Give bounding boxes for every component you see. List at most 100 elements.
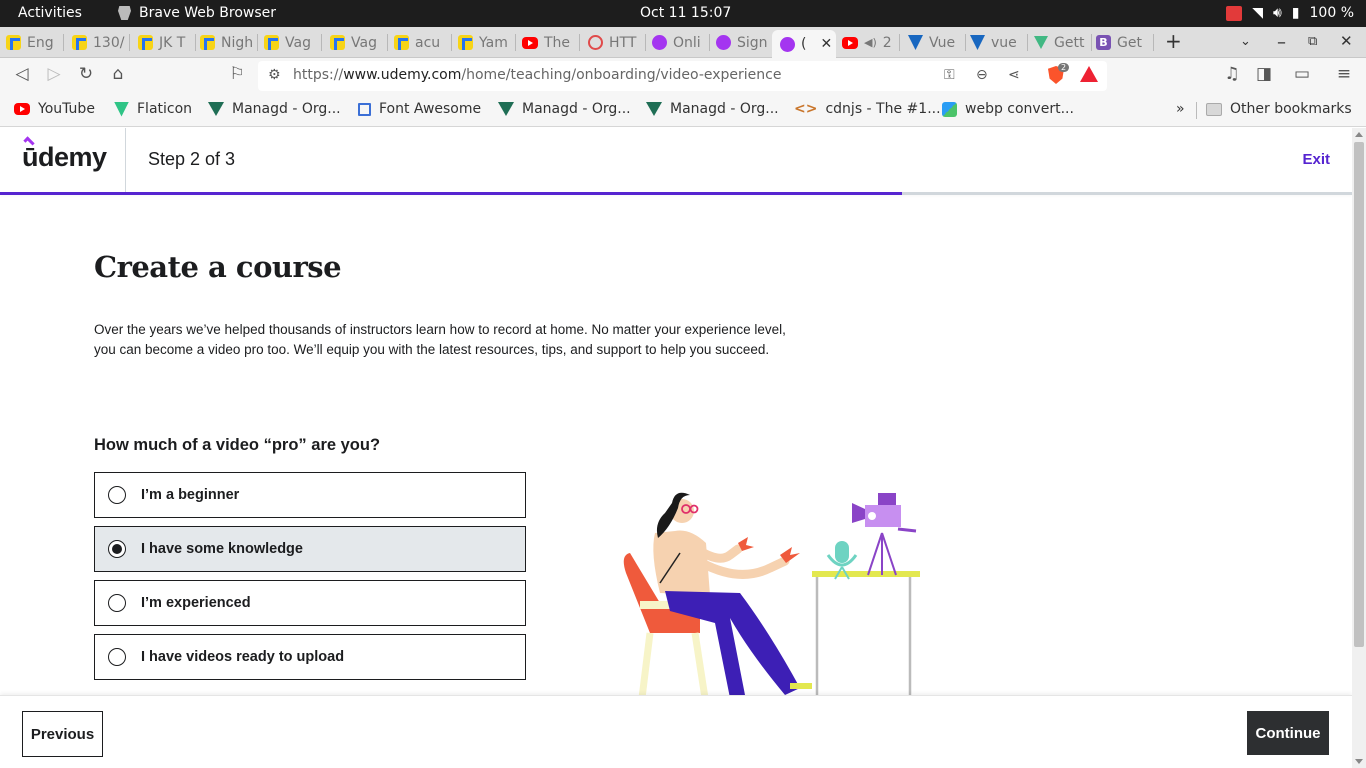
managd-icon — [646, 102, 662, 116]
flipkart-icon — [458, 35, 473, 50]
app-menu[interactable]: Brave Web Browser — [118, 5, 276, 21]
scroll-down-icon[interactable] — [1355, 759, 1363, 764]
udemy-icon — [716, 35, 731, 50]
tab-label: Vag — [285, 34, 311, 51]
share-icon[interactable]: ⋖ — [1008, 67, 1020, 83]
bookmark-item[interactable]: YouTube — [14, 101, 95, 117]
managd-icon — [498, 102, 514, 116]
tab[interactable]: HTT — [588, 30, 646, 55]
tab[interactable]: Vag — [264, 30, 322, 55]
tab[interactable]: JK T — [138, 30, 196, 55]
bookmarks-overflow[interactable]: » — [1176, 101, 1185, 117]
previous-button[interactable]: Previous — [22, 711, 103, 757]
bookmark-item[interactable]: Managd - Org... — [208, 101, 341, 117]
flag-icon — [358, 102, 371, 116]
forward-icon[interactable]: ▷ — [42, 64, 66, 84]
code-icon: <> — [794, 101, 818, 117]
zoom-icon[interactable]: ⊖ — [976, 67, 988, 83]
vuetify-icon — [908, 35, 923, 50]
url-text[interactable]: https://www.udemy.com/home/teaching/onbo… — [293, 67, 781, 83]
back-icon[interactable]: ◁ — [10, 64, 34, 84]
scroll-up-icon[interactable] — [1355, 132, 1363, 137]
tab-label: Vue — [929, 34, 956, 51]
menu-icon[interactable]: ≡ — [1332, 64, 1356, 84]
radio-button[interactable] — [108, 648, 126, 666]
site-settings-icon[interactable]: ⚙ — [268, 67, 281, 83]
radio-button[interactable] — [108, 486, 126, 504]
home-icon[interactable]: ⌂ — [106, 64, 130, 84]
tab[interactable]: Nigh — [200, 30, 258, 55]
reload-icon[interactable]: ↻ — [74, 64, 98, 84]
activities-button[interactable]: Activities — [18, 5, 82, 21]
tab-strip: Eng 130/ JK T Nigh Vag Vag acu Yam The H… — [0, 27, 1366, 58]
tab-label: Nigh — [221, 34, 254, 51]
app-name: Brave Web Browser — [139, 5, 276, 21]
question-heading: How much of a video “pro” are you? — [94, 436, 381, 454]
bookmark-item[interactable]: <> cdnjs - The #1... — [794, 101, 941, 117]
flipkart-icon — [6, 35, 21, 50]
page-scrollbar[interactable] — [1352, 128, 1366, 768]
system-tray[interactable]: ◥ 🔊︎ ▮ 100 % — [1226, 5, 1354, 21]
folder-icon — [1206, 102, 1222, 116]
tab-label: 130/ — [93, 34, 125, 51]
udemy-page: ūdemy Step 2 of 3 Exit Create a course O… — [0, 128, 1352, 768]
tab[interactable]: The — [522, 30, 580, 55]
flipkart-icon — [138, 35, 153, 50]
continue-button[interactable]: Continue — [1247, 711, 1329, 755]
screen-record-icon[interactable] — [1226, 5, 1243, 21]
key-icon[interactable]: ⚿ — [944, 67, 955, 83]
tab-active[interactable]: (✕ — [772, 30, 836, 58]
media-icon[interactable]: ♫ — [1220, 64, 1244, 84]
tab[interactable]: ◀) 2 — [842, 30, 900, 55]
bookmark-item[interactable]: Flaticon — [114, 101, 192, 117]
tab[interactable]: Eng — [6, 30, 64, 55]
other-bookmarks[interactable]: Other bookmarks — [1206, 101, 1352, 117]
option-videos-ready[interactable]: I have videos ready to upload — [94, 634, 526, 680]
tab-search-chevron-icon[interactable]: ⌄ — [1240, 34, 1251, 49]
battery-icon: ▮ — [1291, 5, 1300, 21]
exit-link[interactable]: Exit — [1302, 151, 1330, 168]
tab[interactable]: acu — [394, 30, 452, 55]
close-tab-icon[interactable]: ✕ — [820, 36, 832, 52]
bookmark-icon[interactable]: ⚐ — [225, 64, 249, 84]
tab[interactable]: Gett — [1034, 30, 1092, 55]
tab[interactable]: Sign — [716, 30, 774, 55]
option-beginner[interactable]: I’m a beginner — [94, 472, 526, 518]
udemy-logo[interactable]: ūdemy — [22, 142, 107, 173]
wallet-icon[interactable]: ▭ — [1290, 64, 1314, 84]
minimize-icon[interactable]: – — [1277, 32, 1286, 53]
flipkart-icon — [72, 35, 87, 50]
tab[interactable]: vue — [970, 30, 1028, 55]
step-indicator: Step 2 of 3 — [148, 149, 236, 169]
tab[interactable]: Vag — [330, 30, 388, 55]
radio-button-checked[interactable] — [108, 540, 126, 558]
onboarding-footer: Previous Continue — [0, 695, 1352, 768]
shield-count-badge: 2 — [1058, 63, 1070, 72]
address-bar[interactable]: ⚙ https://www.udemy.com/home/teaching/on… — [258, 61, 1107, 91]
youtube-icon — [14, 103, 30, 115]
tab[interactable]: Yam — [458, 30, 516, 55]
option-some-knowledge[interactable]: I have some knowledge — [94, 526, 526, 572]
scrollbar-thumb[interactable] — [1354, 142, 1364, 647]
bookmark-item[interactable]: Font Awesome — [358, 101, 481, 117]
close-window-icon[interactable]: ✕ — [1340, 32, 1353, 50]
bookmark-item[interactable]: Managd - Org... — [498, 101, 631, 117]
restore-icon[interactable]: ⧉ — [1308, 34, 1317, 49]
sidebar-icon[interactable]: ◨ — [1252, 64, 1276, 84]
clock[interactable]: Oct 11 15:07 — [640, 5, 731, 21]
bookmark-item[interactable]: webp convert... — [942, 101, 1074, 117]
bookmark-item[interactable]: Managd - Org... — [646, 101, 779, 117]
tab[interactable]: 130/ — [72, 30, 130, 55]
bookmarks-bar: YouTube Flaticon Managd - Org... Font Aw… — [0, 94, 1366, 127]
udemy-icon — [780, 36, 795, 52]
progress-bar — [0, 192, 1352, 195]
option-experienced[interactable]: I’m experienced — [94, 580, 526, 626]
tab[interactable]: Onli — [652, 30, 710, 55]
radio-button[interactable] — [108, 594, 126, 612]
tab-label: The — [544, 34, 571, 51]
new-tab-icon[interactable]: + — [1165, 29, 1182, 53]
tab[interactable]: Vue — [908, 30, 966, 55]
tab[interactable]: B Get — [1096, 30, 1154, 55]
flipkart-icon — [264, 35, 279, 50]
brave-rewards-icon[interactable] — [1080, 66, 1098, 82]
